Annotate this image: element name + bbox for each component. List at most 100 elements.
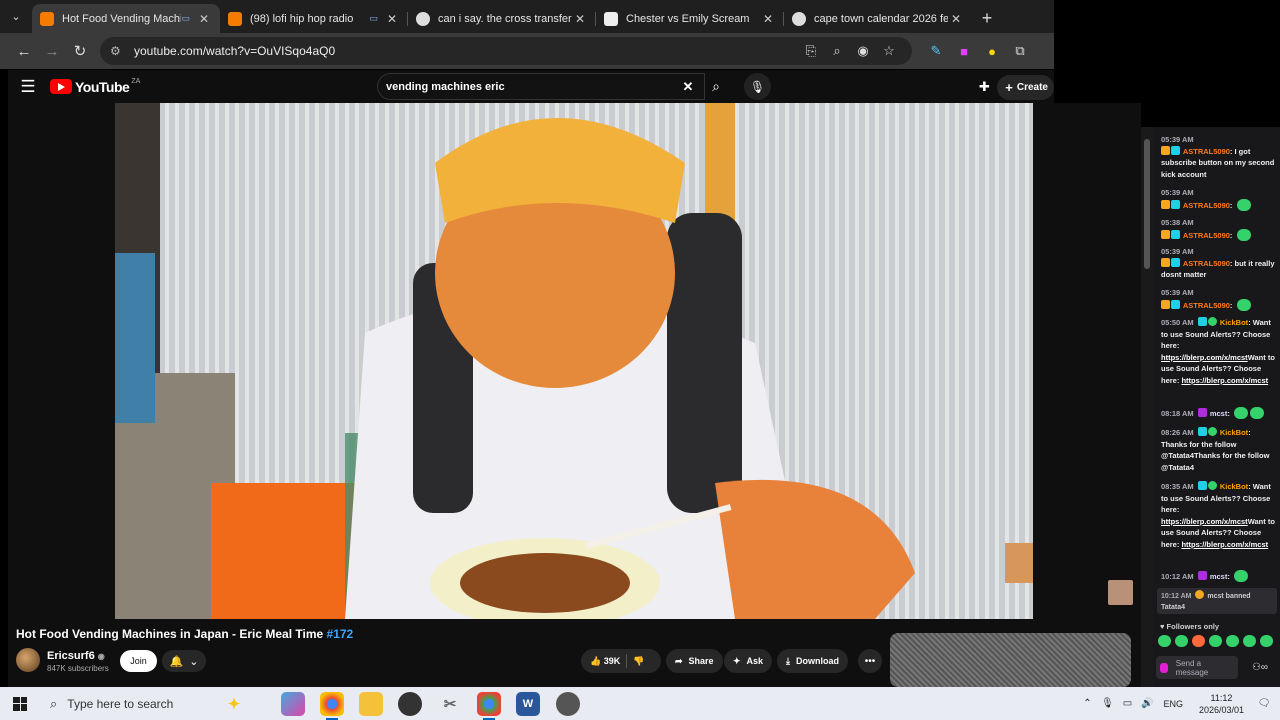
- extension-icon[interactable]: ●: [978, 37, 1006, 65]
- emote-icon[interactable]: [1260, 635, 1273, 647]
- create-button[interactable]: + Create: [997, 74, 1054, 100]
- youtube-logo[interactable]: YouTube ZA: [50, 78, 140, 95]
- chat-message: 05:39 AM ASTRAL5090: but it really dosnt…: [1161, 247, 1275, 279]
- channel-name[interactable]: Ericsurf6 ◉: [47, 650, 105, 662]
- clock-time: 11:12: [1210, 692, 1233, 703]
- chrome-app-icon[interactable]: [320, 692, 344, 720]
- chat-scrollbar[interactable]: [1141, 127, 1153, 687]
- install-app-icon[interactable]: ⎘: [798, 43, 824, 59]
- like-button[interactable]: 👍 39K: [590, 656, 620, 667]
- chat-username[interactable]: KickBot: [1220, 318, 1248, 327]
- reload-icon[interactable]: ↻: [66, 37, 94, 65]
- bookmark-star-icon[interactable]: ☆: [876, 43, 902, 59]
- scrollbar-thumb[interactable]: [1144, 139, 1150, 269]
- search-input[interactable]: vending machines eric ✕: [377, 73, 705, 100]
- share-button[interactable]: ➦ Share: [666, 649, 723, 673]
- url-field[interactable]: ⚙ youtube.com/watch?v=OuVISqo4aQ0 ⎘ ⌕ ◉ …: [100, 37, 912, 65]
- microphone-icon: 🎙: [749, 79, 766, 94]
- tracking-protection-icon[interactable]: ◉: [850, 43, 876, 59]
- ask-button[interactable]: ✦ Ask: [724, 649, 773, 673]
- close-tab-icon[interactable]: ✕: [760, 12, 776, 26]
- search-highlight-icon[interactable]: ✦: [222, 692, 246, 716]
- start-button[interactable]: [0, 687, 40, 720]
- subscriber-badge-icon: [1171, 229, 1180, 239]
- word-app-icon[interactable]: W: [516, 692, 540, 716]
- chat-username[interactable]: ASTRAL5090: [1183, 231, 1230, 240]
- snipping-tool-icon[interactable]: ✂: [438, 692, 462, 716]
- chat-username[interactable]: KickBot: [1220, 482, 1248, 491]
- extension-icon[interactable]: ✎: [922, 37, 950, 65]
- join-button[interactable]: Join: [120, 650, 157, 672]
- chat-username[interactable]: mcst: [1210, 572, 1228, 581]
- emote-icon[interactable]: [1209, 635, 1222, 647]
- chevron-up-icon[interactable]: ⌃: [1077, 698, 1097, 709]
- browser-tab-4[interactable]: cape town calendar 2026 febru ✕: [784, 4, 972, 33]
- ban-icon: [1195, 590, 1205, 599]
- close-tab-icon[interactable]: ✕: [572, 12, 588, 26]
- chat-username[interactable]: ASTRAL5090: [1183, 301, 1230, 310]
- message-link[interactable]: https://blerp.com/x/mcst: [1181, 540, 1268, 549]
- site-info-icon[interactable]: ⚙: [110, 44, 126, 58]
- new-tab-button[interactable]: +: [972, 4, 1002, 33]
- logo-text: YouTube: [75, 78, 130, 95]
- network-icon[interactable]: ▭: [1117, 698, 1137, 709]
- chrome-profile-app-icon[interactable]: [477, 692, 501, 720]
- file-explorer-icon[interactable]: [359, 692, 383, 716]
- extensions-puzzle-icon[interactable]: ⧉: [1006, 37, 1034, 65]
- video-hashtag[interactable]: #172: [327, 627, 354, 641]
- emote-icon[interactable]: [1226, 635, 1239, 647]
- message-link[interactable]: https://blerp.com/x/mcst: [1161, 353, 1248, 362]
- browser-tab-3[interactable]: Chester vs Emily Scream ✕: [596, 4, 784, 33]
- close-tab-icon[interactable]: ✕: [196, 12, 212, 26]
- browser-tab-2[interactable]: can i say. the cross transference ✕: [408, 4, 596, 33]
- more-actions-button[interactable]: •••: [858, 649, 882, 673]
- chat-username[interactable]: ASTRAL5090: [1183, 201, 1230, 210]
- taskbar-search-input[interactable]: ⌕ Type here to search: [40, 687, 230, 720]
- extension-icon[interactable]: ■: [950, 37, 978, 65]
- channel-watermark[interactable]: [1108, 580, 1133, 605]
- video-frame: [115, 103, 1033, 619]
- emote-icon[interactable]: [1243, 635, 1256, 647]
- browser-tab-0[interactable]: Hot Food Vending Machin ▭ ✕: [32, 4, 220, 33]
- kick-badge-icon: [1207, 317, 1217, 326]
- gift-icon[interactable]: ✚: [971, 74, 997, 100]
- copilot-app-icon[interactable]: [281, 692, 305, 716]
- message-link[interactable]: https://blerp.com/x/mcst: [1161, 517, 1248, 526]
- chat-message-input[interactable]: Send a message: [1156, 656, 1238, 679]
- voice-search-button[interactable]: 🎙: [744, 73, 771, 100]
- notifications-button[interactable]: 🔔 ⌄: [162, 650, 206, 672]
- message-link[interactable]: https://blerp.com/x/mcst: [1181, 376, 1268, 385]
- recommended-video-card[interactable]: [890, 633, 1131, 687]
- chat-username[interactable]: ASTRAL5090: [1183, 259, 1230, 268]
- chat-username[interactable]: KickBot: [1220, 428, 1248, 437]
- menu-hamburger-icon[interactable]: ☰: [8, 70, 48, 103]
- tab-search-dropdown-icon[interactable]: ⌄: [0, 0, 32, 33]
- video-player[interactable]: [115, 103, 1033, 619]
- emote-icon[interactable]: [1175, 635, 1188, 647]
- download-button[interactable]: ⤓ Download: [777, 649, 848, 673]
- close-tab-icon[interactable]: ✕: [948, 12, 964, 26]
- back-icon[interactable]: ←: [10, 37, 38, 65]
- clear-search-icon[interactable]: ✕: [680, 79, 696, 95]
- chat-username[interactable]: ASTRAL5090: [1183, 147, 1230, 156]
- dislike-button[interactable]: 👎: [633, 656, 644, 667]
- chat-username[interactable]: mcst: [1210, 409, 1228, 418]
- zoom-icon[interactable]: ⌕: [824, 43, 850, 59]
- channel-avatar[interactable]: [16, 648, 40, 672]
- clock[interactable]: 11:12 2026/03/01: [1199, 692, 1244, 716]
- chat-settings-button[interactable]: ⚇ ∞: [1242, 656, 1278, 679]
- emote-icon[interactable]: [1158, 635, 1171, 647]
- forward-icon[interactable]: →: [38, 37, 66, 65]
- close-tab-icon[interactable]: ✕: [384, 12, 400, 26]
- app-icon[interactable]: [556, 692, 580, 716]
- microphone-icon[interactable]: 🎙: [1097, 698, 1117, 709]
- notifications-icon[interactable]: 🗨: [1254, 698, 1274, 709]
- volume-icon[interactable]: 🔊: [1137, 698, 1157, 709]
- search-button[interactable]: ⌕: [705, 73, 727, 100]
- obs-app-icon[interactable]: [398, 692, 422, 716]
- download-icon: ⤓: [786, 655, 790, 666]
- emote-icon[interactable]: [1192, 635, 1205, 647]
- browser-tab-1[interactable]: (98) lofi hip hop radio ▭ ✕: [220, 4, 408, 33]
- cast-icon: ▭: [181, 13, 190, 23]
- language-indicator[interactable]: ENG: [1163, 699, 1183, 709]
